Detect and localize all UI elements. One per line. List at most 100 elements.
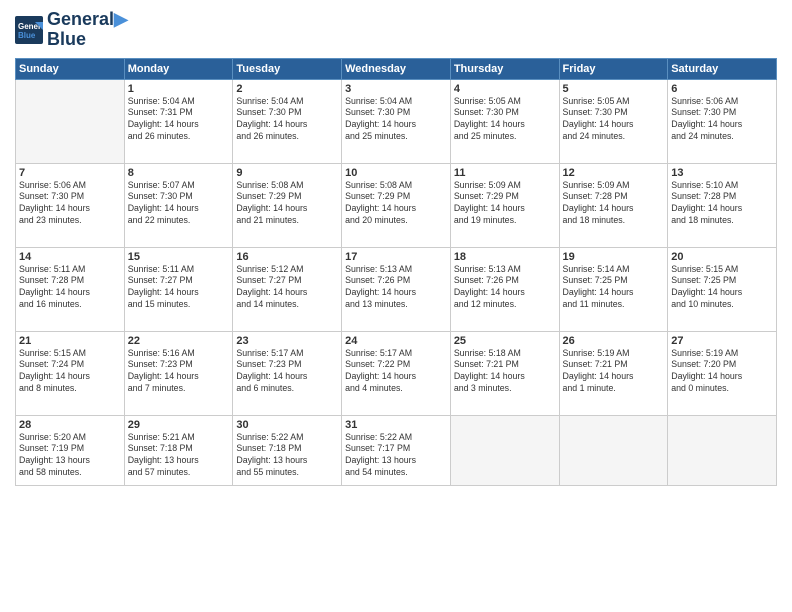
- calendar-day-cell: 28Sunrise: 5:20 AM Sunset: 7:19 PM Dayli…: [16, 415, 125, 485]
- calendar-day-cell: 2Sunrise: 5:04 AM Sunset: 7:30 PM Daylig…: [233, 79, 342, 163]
- day-info: Sunrise: 5:13 AM Sunset: 7:26 PM Dayligh…: [345, 264, 447, 312]
- day-info: Sunrise: 5:04 AM Sunset: 7:30 PM Dayligh…: [236, 96, 338, 144]
- calendar-day-cell: 12Sunrise: 5:09 AM Sunset: 7:28 PM Dayli…: [559, 163, 668, 247]
- calendar-day-cell: 14Sunrise: 5:11 AM Sunset: 7:28 PM Dayli…: [16, 247, 125, 331]
- logo: General Blue General▶ Blue: [15, 10, 128, 50]
- header: General Blue General▶ Blue: [15, 10, 777, 50]
- calendar-day-cell: 4Sunrise: 5:05 AM Sunset: 7:30 PM Daylig…: [450, 79, 559, 163]
- day-info: Sunrise: 5:18 AM Sunset: 7:21 PM Dayligh…: [454, 348, 556, 396]
- day-number: 29: [128, 419, 230, 431]
- calendar-day-cell: 17Sunrise: 5:13 AM Sunset: 7:26 PM Dayli…: [342, 247, 451, 331]
- day-info: Sunrise: 5:05 AM Sunset: 7:30 PM Dayligh…: [454, 96, 556, 144]
- day-number: 5: [563, 83, 665, 95]
- calendar-table: SundayMondayTuesdayWednesdayThursdayFrid…: [15, 58, 777, 486]
- day-info: Sunrise: 5:12 AM Sunset: 7:27 PM Dayligh…: [236, 264, 338, 312]
- calendar-week-row: 21Sunrise: 5:15 AM Sunset: 7:24 PM Dayli…: [16, 331, 777, 415]
- day-info: Sunrise: 5:14 AM Sunset: 7:25 PM Dayligh…: [563, 264, 665, 312]
- day-info: Sunrise: 5:15 AM Sunset: 7:24 PM Dayligh…: [19, 348, 121, 396]
- calendar-day-cell: 8Sunrise: 5:07 AM Sunset: 7:30 PM Daylig…: [124, 163, 233, 247]
- calendar-day-cell: 7Sunrise: 5:06 AM Sunset: 7:30 PM Daylig…: [16, 163, 125, 247]
- day-number: 8: [128, 167, 230, 179]
- weekday-header-tuesday: Tuesday: [233, 58, 342, 79]
- calendar-day-cell: 20Sunrise: 5:15 AM Sunset: 7:25 PM Dayli…: [668, 247, 777, 331]
- day-number: 14: [19, 251, 121, 263]
- day-number: 11: [454, 167, 556, 179]
- calendar-day-cell: 3Sunrise: 5:04 AM Sunset: 7:30 PM Daylig…: [342, 79, 451, 163]
- day-number: 19: [563, 251, 665, 263]
- day-number: 10: [345, 167, 447, 179]
- day-info: Sunrise: 5:21 AM Sunset: 7:18 PM Dayligh…: [128, 432, 230, 480]
- weekday-header-row: SundayMondayTuesdayWednesdayThursdayFrid…: [16, 58, 777, 79]
- day-number: 28: [19, 419, 121, 431]
- day-number: 31: [345, 419, 447, 431]
- calendar-day-cell: [16, 79, 125, 163]
- calendar-day-cell: 18Sunrise: 5:13 AM Sunset: 7:26 PM Dayli…: [450, 247, 559, 331]
- day-number: 12: [563, 167, 665, 179]
- weekday-header-sunday: Sunday: [16, 58, 125, 79]
- day-number: 27: [671, 335, 773, 347]
- calendar-day-cell: 23Sunrise: 5:17 AM Sunset: 7:23 PM Dayli…: [233, 331, 342, 415]
- day-number: 4: [454, 83, 556, 95]
- day-info: Sunrise: 5:04 AM Sunset: 7:31 PM Dayligh…: [128, 96, 230, 144]
- calendar-week-row: 7Sunrise: 5:06 AM Sunset: 7:30 PM Daylig…: [16, 163, 777, 247]
- day-number: 18: [454, 251, 556, 263]
- day-info: Sunrise: 5:09 AM Sunset: 7:29 PM Dayligh…: [454, 180, 556, 228]
- calendar-day-cell: 15Sunrise: 5:11 AM Sunset: 7:27 PM Dayli…: [124, 247, 233, 331]
- logo-text: General▶ Blue: [47, 10, 128, 50]
- day-number: 3: [345, 83, 447, 95]
- day-info: Sunrise: 5:22 AM Sunset: 7:18 PM Dayligh…: [236, 432, 338, 480]
- day-number: 17: [345, 251, 447, 263]
- day-info: Sunrise: 5:08 AM Sunset: 7:29 PM Dayligh…: [236, 180, 338, 228]
- calendar-day-cell: [668, 415, 777, 485]
- calendar-day-cell: 26Sunrise: 5:19 AM Sunset: 7:21 PM Dayli…: [559, 331, 668, 415]
- day-info: Sunrise: 5:11 AM Sunset: 7:28 PM Dayligh…: [19, 264, 121, 312]
- day-number: 15: [128, 251, 230, 263]
- calendar-day-cell: 16Sunrise: 5:12 AM Sunset: 7:27 PM Dayli…: [233, 247, 342, 331]
- calendar-day-cell: 25Sunrise: 5:18 AM Sunset: 7:21 PM Dayli…: [450, 331, 559, 415]
- day-number: 25: [454, 335, 556, 347]
- weekday-header-monday: Monday: [124, 58, 233, 79]
- page-container: General Blue General▶ Blue SundayMondayT…: [0, 0, 792, 612]
- calendar-day-cell: 9Sunrise: 5:08 AM Sunset: 7:29 PM Daylig…: [233, 163, 342, 247]
- day-info: Sunrise: 5:11 AM Sunset: 7:27 PM Dayligh…: [128, 264, 230, 312]
- day-info: Sunrise: 5:19 AM Sunset: 7:20 PM Dayligh…: [671, 348, 773, 396]
- day-info: Sunrise: 5:06 AM Sunset: 7:30 PM Dayligh…: [671, 96, 773, 144]
- day-number: 23: [236, 335, 338, 347]
- calendar-day-cell: 30Sunrise: 5:22 AM Sunset: 7:18 PM Dayli…: [233, 415, 342, 485]
- calendar-day-cell: [450, 415, 559, 485]
- day-info: Sunrise: 5:17 AM Sunset: 7:23 PM Dayligh…: [236, 348, 338, 396]
- logo-line1: General▶: [47, 10, 128, 30]
- day-info: Sunrise: 5:05 AM Sunset: 7:30 PM Dayligh…: [563, 96, 665, 144]
- day-info: Sunrise: 5:10 AM Sunset: 7:28 PM Dayligh…: [671, 180, 773, 228]
- calendar-day-cell: 5Sunrise: 5:05 AM Sunset: 7:30 PM Daylig…: [559, 79, 668, 163]
- calendar-day-cell: 10Sunrise: 5:08 AM Sunset: 7:29 PM Dayli…: [342, 163, 451, 247]
- calendar-day-cell: 1Sunrise: 5:04 AM Sunset: 7:31 PM Daylig…: [124, 79, 233, 163]
- day-info: Sunrise: 5:09 AM Sunset: 7:28 PM Dayligh…: [563, 180, 665, 228]
- day-number: 21: [19, 335, 121, 347]
- calendar-day-cell: 11Sunrise: 5:09 AM Sunset: 7:29 PM Dayli…: [450, 163, 559, 247]
- day-number: 26: [563, 335, 665, 347]
- calendar-day-cell: 21Sunrise: 5:15 AM Sunset: 7:24 PM Dayli…: [16, 331, 125, 415]
- svg-text:Blue: Blue: [18, 31, 36, 40]
- day-number: 13: [671, 167, 773, 179]
- logo-icon: General Blue: [15, 16, 43, 44]
- calendar-day-cell: 27Sunrise: 5:19 AM Sunset: 7:20 PM Dayli…: [668, 331, 777, 415]
- day-info: Sunrise: 5:22 AM Sunset: 7:17 PM Dayligh…: [345, 432, 447, 480]
- day-info: Sunrise: 5:04 AM Sunset: 7:30 PM Dayligh…: [345, 96, 447, 144]
- weekday-header-saturday: Saturday: [668, 58, 777, 79]
- weekday-header-wednesday: Wednesday: [342, 58, 451, 79]
- day-number: 1: [128, 83, 230, 95]
- calendar-day-cell: 24Sunrise: 5:17 AM Sunset: 7:22 PM Dayli…: [342, 331, 451, 415]
- weekday-header-thursday: Thursday: [450, 58, 559, 79]
- day-number: 16: [236, 251, 338, 263]
- day-info: Sunrise: 5:08 AM Sunset: 7:29 PM Dayligh…: [345, 180, 447, 228]
- calendar-day-cell: 13Sunrise: 5:10 AM Sunset: 7:28 PM Dayli…: [668, 163, 777, 247]
- day-info: Sunrise: 5:06 AM Sunset: 7:30 PM Dayligh…: [19, 180, 121, 228]
- calendar-day-cell: 31Sunrise: 5:22 AM Sunset: 7:17 PM Dayli…: [342, 415, 451, 485]
- day-number: 9: [236, 167, 338, 179]
- weekday-header-friday: Friday: [559, 58, 668, 79]
- calendar-week-row: 1Sunrise: 5:04 AM Sunset: 7:31 PM Daylig…: [16, 79, 777, 163]
- day-info: Sunrise: 5:15 AM Sunset: 7:25 PM Dayligh…: [671, 264, 773, 312]
- day-info: Sunrise: 5:19 AM Sunset: 7:21 PM Dayligh…: [563, 348, 665, 396]
- day-info: Sunrise: 5:07 AM Sunset: 7:30 PM Dayligh…: [128, 180, 230, 228]
